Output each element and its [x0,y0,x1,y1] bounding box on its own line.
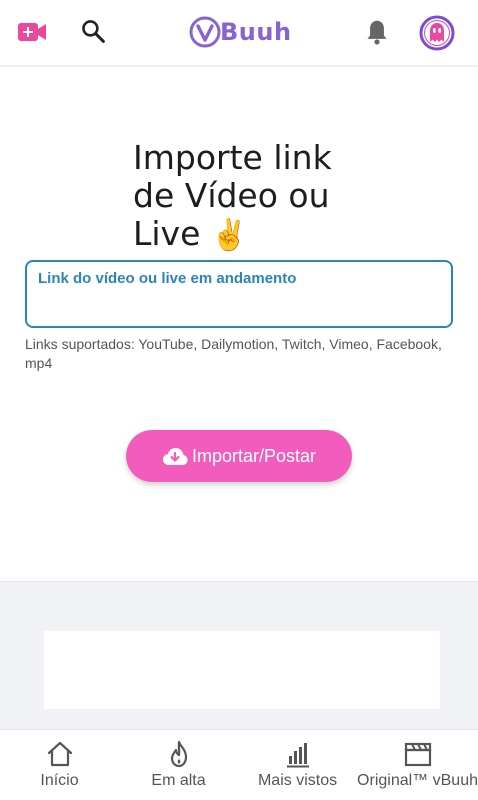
search-icon [82,20,105,43]
video-add-icon [18,23,46,41]
flame-icon [170,740,187,768]
video-add-button[interactable] [16,18,48,46]
import-post-label: Importar/Postar [191,445,317,466]
video-link-input[interactable] [38,270,438,287]
link-field[interactable] [25,260,453,328]
victory-hand-icon: ✌️ [210,218,249,253]
nav-label-original: Original™ vBuuh [357,772,478,789]
import-post-button[interactable]: Importar/Postar [126,430,352,482]
notifications-button[interactable] [362,16,392,48]
app-logo[interactable]: Buuh [188,14,292,50]
notification-bell-icon [367,20,387,45]
nav-item-trending[interactable]: Em alta [119,730,238,800]
search-button[interactable] [78,16,108,46]
nav-item-home[interactable]: Início [0,730,119,800]
logo-v-mark-icon [189,16,221,48]
title-line-3-text: Live [133,214,201,253]
supported-links-text: Links suportados: YouTube, Dailymotion, … [25,336,442,371]
title-line-1: Importe link [133,138,332,177]
bottom-navigation: Início Em alta Mais vistos Original™ vBu… [0,729,478,800]
logo-text: Buuh [220,18,292,46]
title-line-3: Live ✌️ [133,215,373,255]
content-placeholder [44,631,440,709]
profile-avatar[interactable] [418,14,456,52]
top-bar: Buuh [0,0,478,66]
nav-label-most-viewed: Mais vistos [257,772,338,789]
clapperboard-icon [404,742,431,767]
nav-item-most-viewed[interactable]: Mais vistos [238,730,357,800]
page-title: Importe link de Vídeo ou Live ✌️ [133,139,373,255]
nav-item-original[interactable]: Original™ vBuuh [357,730,478,800]
profile-avatar-icon [419,15,455,51]
nav-label-home: Início [40,772,79,789]
import-card: Importe link de Vídeo ou Live ✌️ Links s… [0,67,478,582]
title-line-2: de Vídeo ou [133,176,330,215]
nav-label-trending: Em alta [151,772,206,789]
home-icon [47,741,72,767]
bar-chart-icon [286,743,309,768]
cloud-download-icon [162,448,188,465]
